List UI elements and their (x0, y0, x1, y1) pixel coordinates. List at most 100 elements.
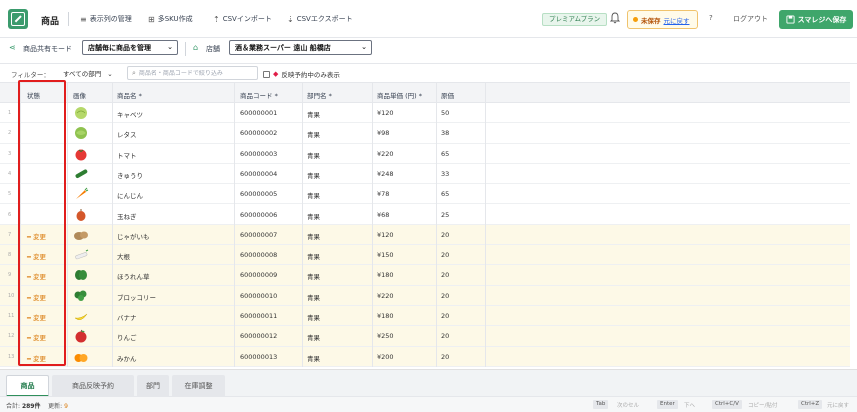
department-cell[interactable]: 青果 (307, 353, 320, 363)
price-cell[interactable]: ¥220 (377, 292, 394, 300)
price-cell[interactable]: ¥200 (377, 353, 394, 361)
cost-cell[interactable]: 38 (441, 129, 449, 137)
product-code-cell[interactable]: 600000013 (240, 353, 277, 361)
table-row[interactable]: 6 玉ねぎ 600000006 青果 ¥68 25 (0, 205, 850, 225)
status-cell[interactable]: ━ 変更 (27, 231, 46, 241)
column-header-price[interactable]: 商品単価 (円) * (377, 90, 422, 100)
table-row[interactable]: 12 ━ 変更 りんご 600000012 青果 ¥250 20 (0, 326, 850, 347)
cost-cell[interactable]: 20 (441, 251, 449, 259)
app-logo[interactable] (8, 9, 28, 29)
product-code-cell[interactable]: 600000012 (240, 332, 277, 340)
product-name-cell[interactable]: バナナ (117, 312, 137, 322)
table-row[interactable]: 4 きゅうり 600000004 青果 ¥248 33 (0, 164, 850, 185)
search-input[interactable] (138, 69, 254, 77)
onion-icon[interactable] (73, 208, 89, 222)
product-name-cell[interactable]: りんご (117, 332, 137, 342)
price-cell[interactable]: ¥78 (377, 190, 389, 198)
daikon-icon[interactable] (73, 248, 89, 262)
department-cell[interactable]: 青果 (307, 190, 320, 200)
help-button[interactable]: ? (709, 14, 713, 22)
product-name-cell[interactable]: キャベツ (117, 109, 143, 119)
tab-product-reservations[interactable]: 商品反映予約 (52, 375, 134, 397)
product-name-cell[interactable]: きゅうり (117, 170, 143, 180)
product-code-cell[interactable]: 600000010 (240, 292, 277, 300)
cost-cell[interactable]: 65 (441, 150, 449, 158)
status-cell[interactable]: ━ 変更 (27, 292, 46, 302)
tomato-icon[interactable] (73, 147, 89, 161)
product-name-cell[interactable]: トマト (117, 150, 137, 160)
department-cell[interactable]: 青果 (307, 292, 320, 302)
price-cell[interactable]: ¥98 (377, 129, 389, 137)
store-select[interactable]: 酒＆業務スーパー 遠山 船橋店 ⌄ (229, 40, 372, 55)
price-cell[interactable]: ¥220 (377, 150, 394, 158)
product-name-cell[interactable]: じゃがいも (117, 231, 150, 241)
column-header-status[interactable]: 状態 (27, 90, 40, 100)
table-row[interactable]: 7 ━ 変更 じゃがいも 600000007 青果 ¥120 20 (0, 224, 850, 246)
carrot-icon[interactable] (73, 187, 89, 201)
csv-import-button[interactable]: ⇡ CSVインポート (213, 14, 272, 24)
cost-cell[interactable]: 33 (441, 170, 449, 178)
department-filter-select[interactable]: すべての部門 ⌄ (63, 68, 113, 78)
cost-cell[interactable]: 20 (441, 332, 449, 340)
product-name-cell[interactable]: 大根 (117, 251, 130, 261)
department-cell[interactable]: 青果 (307, 312, 320, 322)
column-header-cost[interactable]: 原価 (441, 90, 454, 100)
lettuce-icon[interactable] (73, 126, 89, 140)
product-name-cell[interactable]: ブロッコリー (117, 292, 156, 302)
table-row[interactable]: 5 にんじん 600000005 青果 ¥78 65 (0, 184, 850, 205)
product-code-cell[interactable]: 600000009 (240, 271, 277, 279)
product-code-cell[interactable]: 600000011 (240, 312, 277, 320)
multi-sku-button[interactable]: ⊞ 多SKU作成 (148, 14, 193, 24)
banana-icon[interactable] (73, 309, 89, 323)
product-name-cell[interactable]: にんじん (117, 190, 143, 200)
product-name-cell[interactable]: 玉ねぎ (117, 211, 137, 221)
table-row[interactable]: 3 トマト 600000003 青果 ¥220 65 (0, 144, 850, 164)
price-cell[interactable]: ¥180 (377, 271, 394, 279)
product-code-cell[interactable]: 600000002 (240, 129, 277, 137)
column-header-name[interactable]: 商品名 * (117, 90, 142, 100)
price-cell[interactable]: ¥150 (377, 251, 394, 259)
csv-export-button[interactable]: ⇣ CSVエクスポート (287, 14, 353, 24)
column-header-image[interactable]: 画像 (73, 90, 86, 100)
manage-columns-button[interactable]: ≡ 表示列の管理 (80, 14, 132, 24)
cost-cell[interactable]: 20 (441, 271, 449, 279)
status-cell[interactable]: ━ 変更 (27, 312, 46, 322)
department-cell[interactable]: 青果 (307, 251, 320, 261)
table-row[interactable]: 8 ━ 変更 大根 600000008 青果 ¥150 20 (0, 245, 850, 266)
table-row[interactable]: 9 ━ 変更 ほうれん草 600000009 青果 ¥180 20 (0, 265, 850, 286)
cost-cell[interactable]: 20 (441, 292, 449, 300)
checkbox-box[interactable] (263, 70, 270, 78)
table-row[interactable]: 10 ━ 変更 ブロッコリー 600000010 青果 ¥220 20 (0, 285, 850, 306)
department-cell[interactable]: 青果 (307, 129, 320, 139)
tab-products[interactable]: 商品 (6, 375, 49, 397)
department-cell[interactable]: 青果 (307, 231, 320, 241)
column-header-department[interactable]: 部門名 * (307, 90, 332, 100)
department-cell[interactable]: 青果 (307, 211, 320, 221)
product-code-cell[interactable]: 600000005 (240, 190, 277, 198)
cucumber-icon[interactable] (73, 167, 89, 181)
tab-inventory-adjustment[interactable]: 在庫調整 (172, 375, 225, 397)
product-name-cell[interactable]: レタス (117, 129, 137, 139)
product-code-cell[interactable]: 600000008 (240, 251, 277, 259)
price-cell[interactable]: ¥180 (377, 312, 394, 320)
table-row[interactable]: 1 キャベツ 600000001 青果 ¥120 50 (0, 103, 850, 124)
department-cell[interactable]: 青果 (307, 109, 320, 119)
department-cell[interactable]: 青果 (307, 150, 320, 160)
cost-cell[interactable]: 65 (441, 190, 449, 198)
status-cell[interactable]: ━ 変更 (27, 251, 46, 261)
department-cell[interactable]: 青果 (307, 271, 320, 281)
price-cell[interactable]: ¥120 (377, 231, 394, 239)
cost-cell[interactable]: 20 (441, 231, 449, 239)
apple-icon[interactable] (73, 329, 89, 343)
cost-cell[interactable]: 25 (441, 211, 449, 219)
price-cell[interactable]: ¥248 (377, 170, 394, 178)
save-to-smaregi-button[interactable]: スマレジへ保存 (779, 10, 853, 29)
product-code-cell[interactable]: 600000004 (240, 170, 277, 178)
price-cell[interactable]: ¥120 (377, 109, 394, 117)
status-cell[interactable]: ━ 変更 (27, 353, 46, 363)
table-row[interactable]: 13 ━ 変更 みかん 600000013 青果 ¥200 20 (0, 346, 850, 367)
cabbage-icon[interactable] (73, 106, 89, 120)
status-cell[interactable]: ━ 変更 (27, 332, 46, 342)
bell-icon[interactable] (610, 12, 620, 24)
share-mode-select[interactable]: 店舗毎に商品を管理 ⌄ (82, 40, 178, 55)
